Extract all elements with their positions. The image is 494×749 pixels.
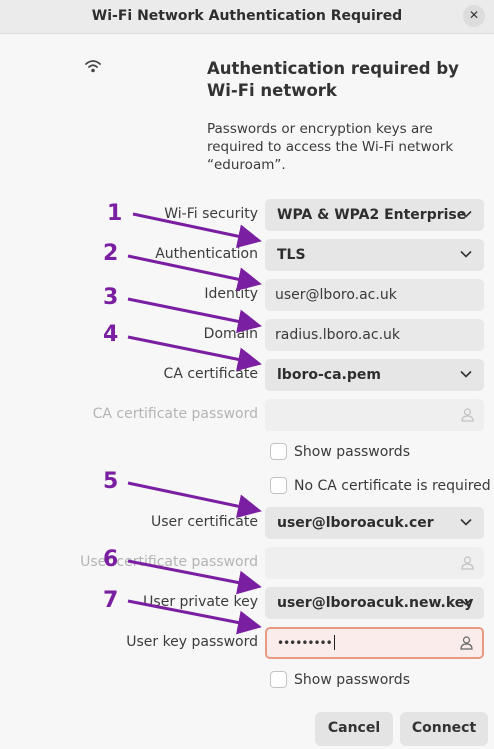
- wifi-security-value: WPA & WPA2 Enterprise: [277, 207, 467, 223]
- annotation-number-7: 7: [103, 588, 119, 613]
- user-private-key-value: user@lboroacuk.new.key: [277, 595, 474, 611]
- password-person-icon[interactable]: [459, 635, 474, 650]
- chevron-down-icon: [460, 210, 472, 218]
- ca-certificate-value: lboro-ca.pem: [277, 367, 381, 383]
- ca-certificate-password-label: CA certificate password: [92, 406, 258, 422]
- authentication-value: TLS: [277, 247, 306, 263]
- show-passwords-checkbox[interactable]: Show passwords: [270, 443, 410, 460]
- wifi-security-dropdown[interactable]: WPA & WPA2 Enterprise: [265, 199, 484, 231]
- text-cursor: [333, 635, 335, 650]
- identity-value: user@lboro.ac.uk: [275, 287, 397, 303]
- show-passwords-label: Show passwords: [294, 443, 410, 460]
- ca-certificate-label: CA certificate: [163, 366, 258, 382]
- wifi-security-label: Wi-Fi security: [164, 206, 258, 222]
- checkbox-box[interactable]: [270, 671, 287, 688]
- dialog-heading: Authentication required by Wi-Fi network: [207, 59, 459, 100]
- user-certificate-value: user@lboroacuk.cer: [277, 515, 434, 531]
- annotation-number-6: 6: [103, 547, 119, 572]
- checkbox-box[interactable]: [270, 477, 287, 494]
- authentication-dropdown[interactable]: TLS: [265, 239, 484, 271]
- ca-certificate-dropdown[interactable]: lboro-ca.pem: [265, 359, 484, 391]
- domain-input[interactable]: radius.lboro.ac.uk: [265, 319, 484, 351]
- annotation-number-3: 3: [103, 285, 119, 310]
- connect-button[interactable]: Connect: [400, 712, 488, 746]
- ca-certificate-password-input[interactable]: [265, 399, 484, 431]
- chevron-down-icon: [460, 250, 472, 258]
- checkbox-box[interactable]: [270, 443, 287, 460]
- show-passwords-checkbox-2[interactable]: Show passwords: [270, 671, 410, 688]
- dialog-description: Passwords or encryption keys are require…: [207, 121, 454, 173]
- user-certificate-label: User certificate: [150, 514, 258, 530]
- domain-value: radius.lboro.ac.uk: [275, 327, 400, 343]
- chevron-down-icon: [460, 370, 472, 378]
- user-key-password-label: User key password: [126, 634, 258, 650]
- cancel-button[interactable]: Cancel: [315, 712, 393, 746]
- authentication-label: Authentication: [155, 246, 258, 262]
- identity-input[interactable]: user@lboro.ac.uk: [265, 279, 484, 311]
- user-key-password-input[interactable]: •••••••••: [265, 627, 484, 659]
- show-passwords-label: Show passwords: [294, 671, 410, 688]
- annotation-number-5: 5: [103, 469, 119, 494]
- no-ca-certificate-label: No CA certificate is required: [294, 477, 491, 494]
- domain-label: Domain: [203, 326, 258, 342]
- annotation-number-2: 2: [103, 241, 119, 266]
- user-certificate-password-input[interactable]: [265, 547, 484, 579]
- window-title: Wi-Fi Network Authentication Required: [91, 8, 403, 24]
- identity-label: Identity: [204, 286, 258, 302]
- chevron-down-icon: [460, 518, 472, 526]
- user-private-key-dropdown[interactable]: user@lboroacuk.new.key: [265, 587, 484, 619]
- title-bar: Wi-Fi Network Authentication Required ✕: [0, 0, 494, 34]
- user-private-key-label: User private key: [143, 594, 258, 610]
- annotation-number-1: 1: [107, 201, 123, 226]
- password-mask: •••••••••: [277, 635, 335, 650]
- chevron-down-icon: [460, 598, 472, 606]
- close-icon[interactable]: ✕: [463, 5, 485, 27]
- no-ca-certificate-checkbox[interactable]: No CA certificate is required: [270, 477, 491, 494]
- password-person-icon[interactable]: [460, 407, 475, 422]
- password-person-icon[interactable]: [460, 555, 475, 570]
- annotation-number-4: 4: [103, 322, 119, 347]
- wifi-icon: [85, 60, 101, 73]
- user-certificate-dropdown[interactable]: user@lboroacuk.cer: [265, 507, 484, 539]
